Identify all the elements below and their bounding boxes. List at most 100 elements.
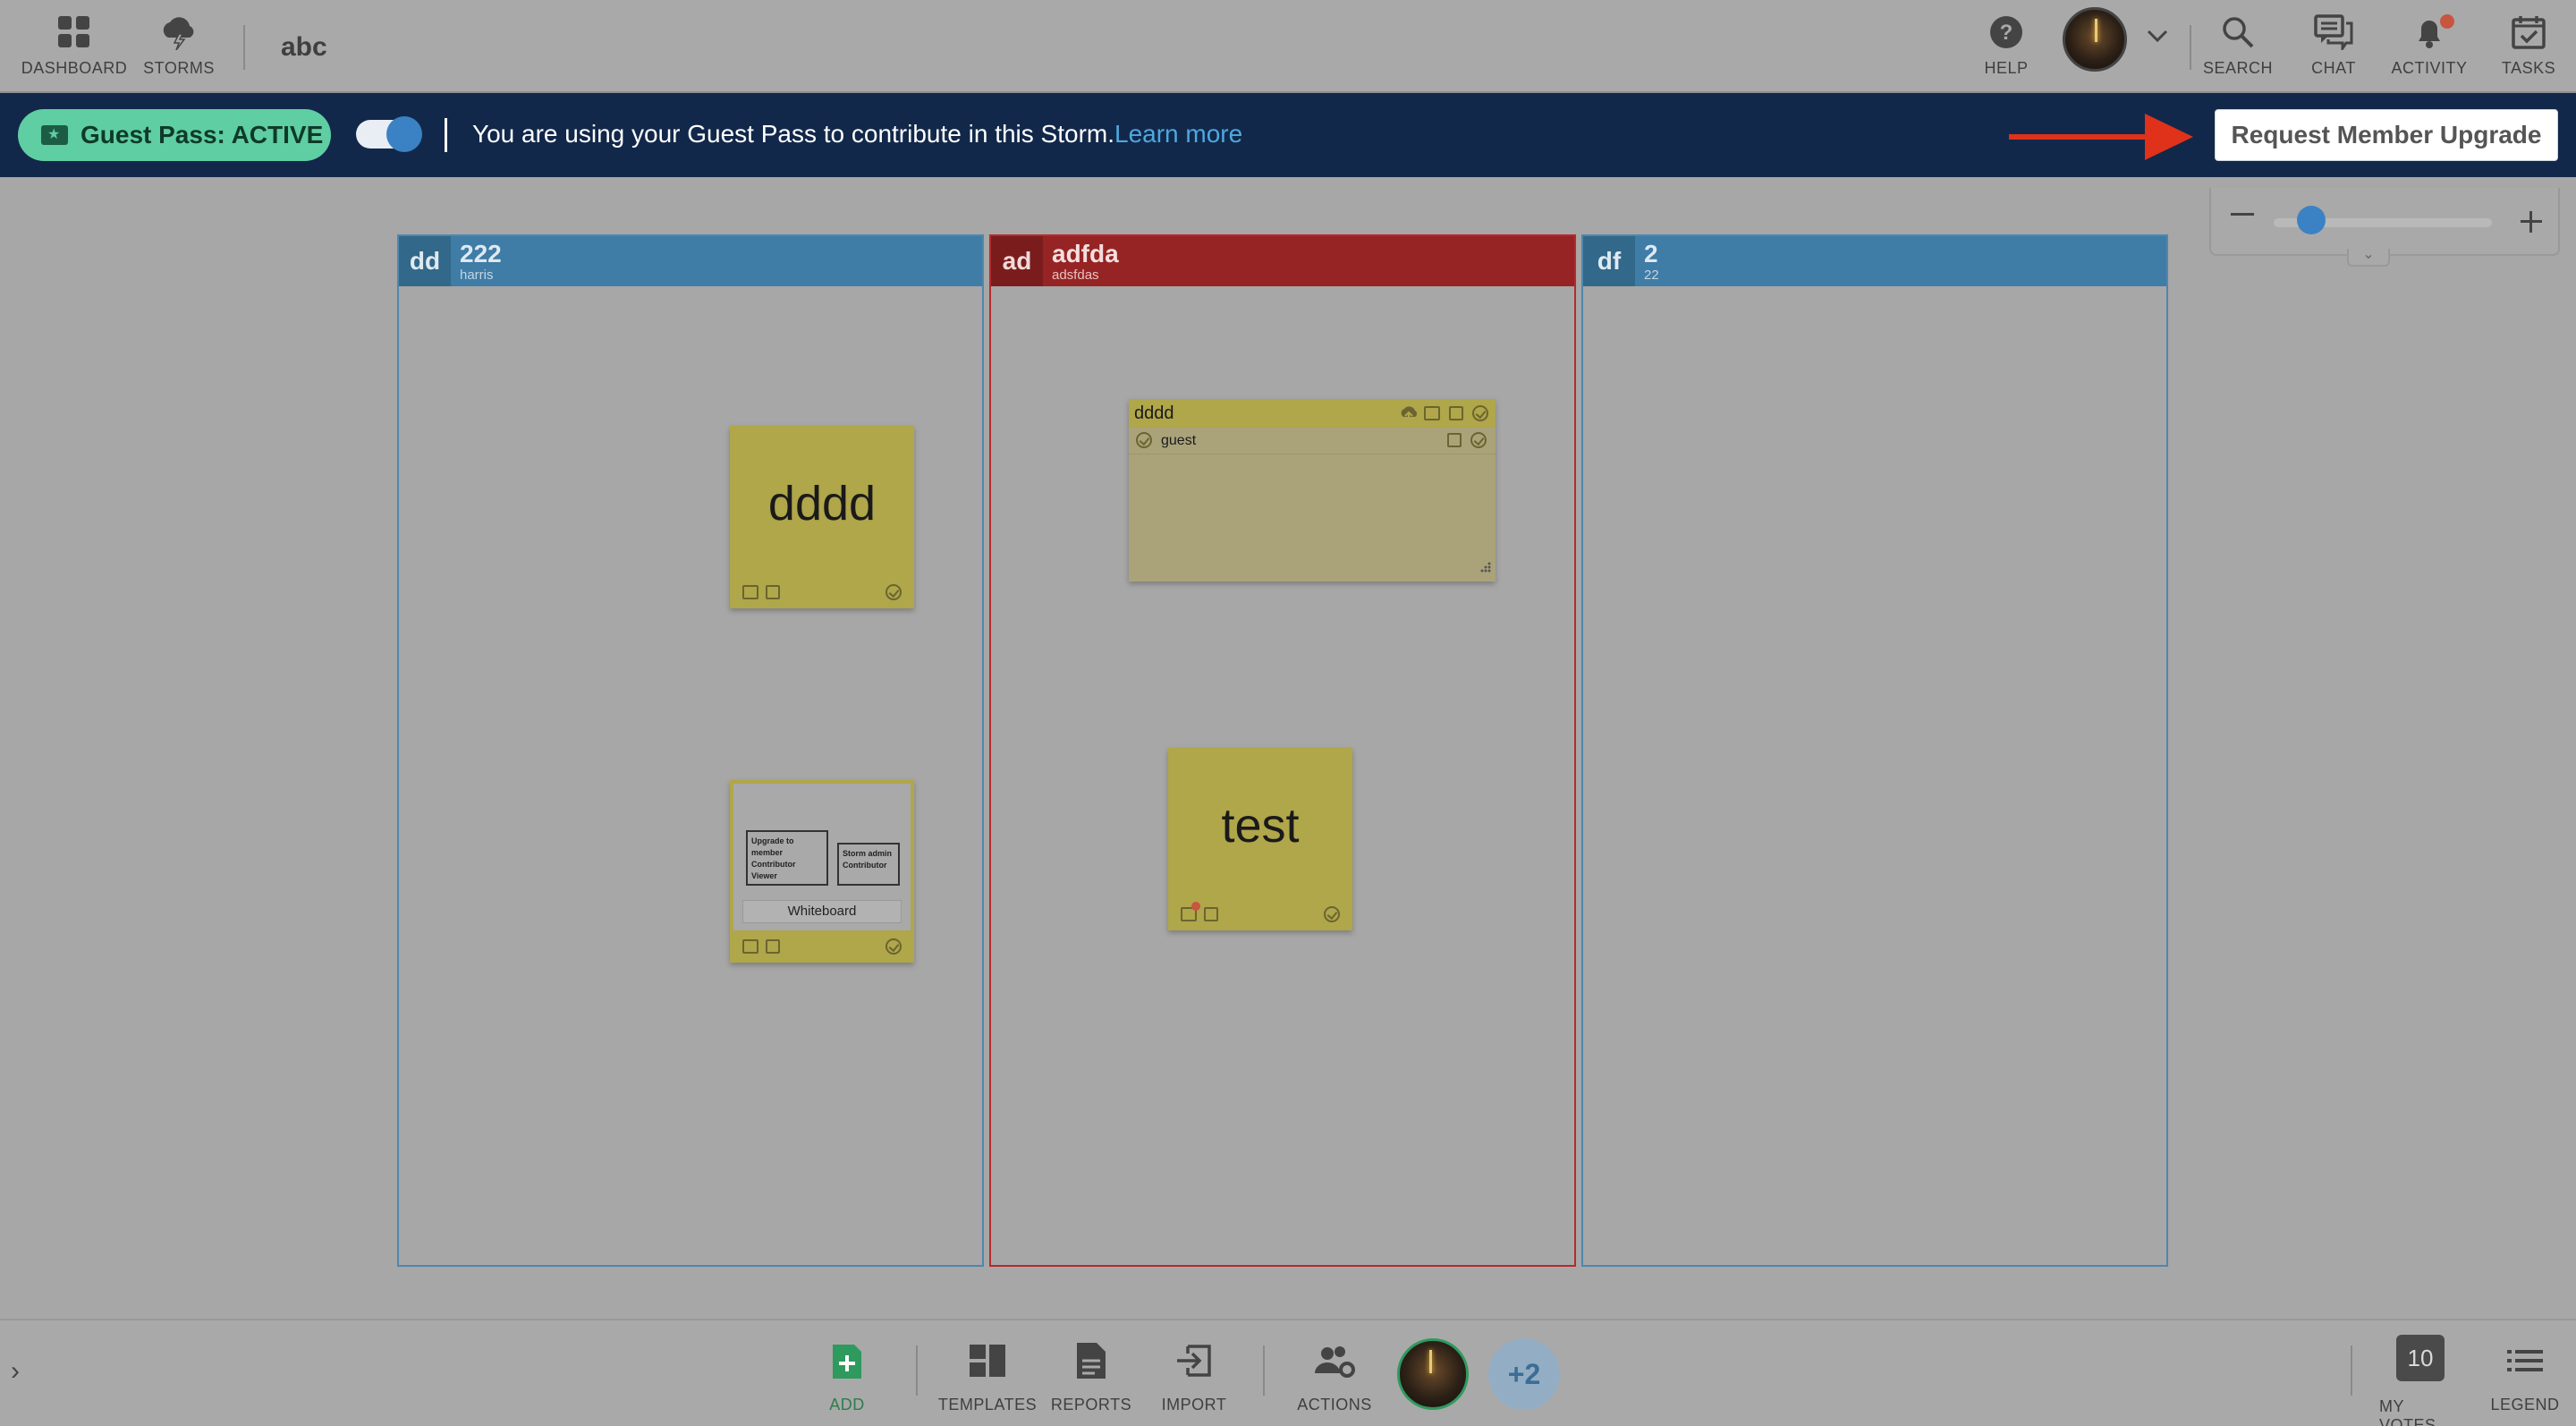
attachment-icon[interactable] — [1449, 406, 1463, 420]
zoom-out-icon[interactable] — [2231, 213, 2254, 216]
add-label: ADD — [829, 1396, 865, 1413]
import-button[interactable]: IMPORT — [1159, 1338, 1229, 1414]
whiteboard-box: Storm admin Contributor — [837, 843, 900, 886]
guest-pass-toggle[interactable] — [356, 116, 422, 152]
reports-label: REPORTS — [1050, 1396, 1132, 1413]
add-button[interactable]: ADD — [823, 1338, 871, 1414]
storm-title: abc — [281, 32, 327, 62]
user-avatar[interactable] — [2063, 7, 2127, 72]
column-abbr: dd — [399, 236, 451, 286]
zoom-control: ⌄ — [2209, 188, 2560, 267]
zoom-slider-handle[interactable] — [2297, 206, 2326, 234]
legend-label: LEGEND — [2490, 1396, 2560, 1413]
sticky-note-dddd[interactable]: dddd — [730, 426, 914, 608]
ticket-star-icon — [41, 125, 68, 145]
check-circle-icon[interactable] — [1324, 906, 1340, 922]
expanded-note-title: dddd — [1134, 403, 1174, 423]
guest-pass-status-badge: Guest Pass: ACTIVE — [18, 109, 331, 161]
whiteboard-text: Contributor — [751, 860, 796, 869]
chevron-down-icon[interactable] — [2145, 27, 2170, 49]
nav-storms[interactable]: STORMS — [143, 0, 215, 93]
expanded-note-row-text: guest — [1161, 432, 1197, 448]
column-header[interactable]: dd 222 harris — [399, 236, 982, 286]
column-abbr: df — [1583, 236, 1635, 286]
column-header[interactable]: ad adfda adsfdas — [991, 236, 1574, 286]
nav-dashboard[interactable]: DASHBOARD — [21, 0, 127, 93]
bottom-toolbar — [0, 1319, 2576, 1426]
report-document-icon — [1075, 1338, 1107, 1383]
nav-chat-label: CHAT — [2311, 59, 2356, 77]
sticky-note-text: dddd — [767, 477, 877, 531]
column-subtitle: 22 — [1644, 267, 1659, 283]
divider — [2190, 25, 2191, 70]
nav-tasks-label: TASKS — [2501, 59, 2556, 77]
column-title: 2 — [1644, 240, 1658, 267]
whiteboard-preview: Upgrade to member Contributor Viewer Sto… — [733, 784, 911, 930]
divider — [2351, 1345, 2352, 1396]
nav-activity[interactable]: ACTIVITY — [2392, 0, 2467, 93]
divider — [916, 1345, 918, 1396]
attachment-icon[interactable] — [766, 585, 780, 599]
import-icon — [1175, 1338, 1213, 1383]
check-circle-icon[interactable] — [886, 938, 902, 955]
nav-help-label: HELP — [1984, 59, 2029, 77]
comment-icon[interactable] — [742, 939, 758, 954]
red-arrow-head — [2145, 114, 2193, 160]
notification-badge — [2440, 14, 2454, 29]
storm-cloud-icon — [159, 13, 199, 52]
search-icon — [2220, 13, 2256, 52]
reports-button[interactable]: REPORTS — [1050, 1338, 1132, 1414]
cloud-upload-icon[interactable] — [1399, 404, 1419, 427]
expanded-note-row[interactable]: guest — [1129, 428, 1496, 454]
my-votes-label: MY VOTES — [2379, 1397, 2436, 1426]
column-subtitle: adsfdas — [1052, 267, 1099, 283]
expand-sidebar-chevron-icon[interactable]: › — [11, 1356, 20, 1387]
nav-search[interactable]: SEARCH — [2203, 0, 2274, 93]
red-arrow-annotation — [2009, 134, 2152, 140]
divider — [445, 118, 447, 152]
zoom-collapse-chevron-icon[interactable]: ⌄ — [2347, 248, 2390, 267]
nav-search-label: SEARCH — [2203, 59, 2274, 77]
actions-button[interactable]: ACTIONS — [1297, 1338, 1372, 1414]
learn-more-link[interactable]: Learn more — [1114, 120, 1242, 148]
help-icon: ? — [1988, 13, 2024, 52]
whiteboard-card[interactable]: Upgrade to member Contributor Viewer Sto… — [730, 780, 914, 963]
column-dd: dd 222 harris — [397, 234, 984, 1267]
column-header[interactable]: df 2 22 — [1583, 236, 2166, 286]
column-title: 222 — [460, 240, 502, 267]
templates-button[interactable]: TEMPLATES — [938, 1338, 1037, 1414]
whiteboard-box: Upgrade to member Contributor Viewer — [746, 830, 828, 886]
whiteboard-text: Storm admin — [843, 849, 893, 858]
sticky-note-test[interactable]: test — [1168, 748, 1352, 930]
column-abbr: ad — [991, 236, 1043, 286]
column-subtitle: harris — [460, 267, 494, 283]
guest-pass-label: Guest Pass: ACTIVE — [80, 121, 324, 149]
info-icon[interactable] — [1470, 432, 1487, 448]
more-participants-badge[interactable]: +2 — [1488, 1338, 1560, 1410]
add-note-icon — [829, 1338, 865, 1383]
expanded-note-dddd[interactable]: dddd guest — [1129, 399, 1496, 581]
nav-tasks[interactable]: TASKS — [2497, 0, 2560, 93]
attachment-icon[interactable] — [1447, 433, 1462, 447]
nav-chat[interactable]: CHAT — [2302, 0, 2365, 93]
import-label: IMPORT — [1161, 1396, 1227, 1413]
attachment-icon[interactable] — [1204, 907, 1218, 921]
resize-handle-icon[interactable] — [1479, 561, 1492, 578]
my-votes-button[interactable]: 10 MY VOTES — [2379, 1335, 2462, 1426]
divider — [1263, 1345, 1265, 1396]
templates-icon — [968, 1338, 1007, 1383]
whiteboard-label: Whiteboard — [742, 900, 902, 923]
legend-button[interactable]: LEGEND — [2488, 1338, 2562, 1414]
check-circle-icon[interactable] — [1136, 432, 1152, 448]
check-circle-icon[interactable] — [886, 584, 902, 600]
nav-help[interactable]: ? HELP — [1977, 0, 2036, 93]
check-circle-icon[interactable] — [1472, 405, 1488, 421]
guest-pass-message-text: You are using your Guest Pass to contrib… — [472, 120, 1115, 148]
attachment-icon[interactable] — [766, 939, 780, 954]
request-member-upgrade-button[interactable]: Request Member Upgrade — [2215, 109, 2558, 161]
participant-avatar[interactable] — [1397, 1338, 1469, 1410]
comment-icon[interactable] — [742, 585, 758, 599]
comment-icon[interactable] — [1424, 406, 1440, 420]
whiteboard-text: Viewer — [751, 871, 777, 880]
column-title: adfda — [1052, 240, 1119, 267]
